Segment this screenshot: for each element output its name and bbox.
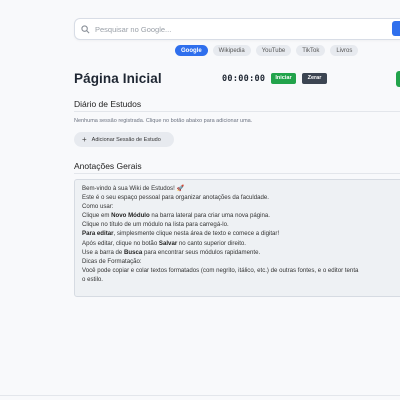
diary-title: Diário de Estudos bbox=[74, 99, 142, 109]
notes-text: Após editar, clique no botão bbox=[82, 239, 159, 247]
notes-line: Use a barra de Busca para encontrar seus… bbox=[82, 248, 400, 257]
divider bbox=[0, 395, 400, 396]
notes-line: Clique em Novo Módulo na barra lateral p… bbox=[82, 211, 400, 220]
notes-line: Dicas de Formatação: bbox=[82, 257, 400, 266]
notes-text: Dicas de Formatação: bbox=[82, 257, 142, 265]
plus-icon: + bbox=[82, 134, 87, 144]
notes-text: Você pode copiar e colar textos formatad… bbox=[82, 266, 359, 274]
notes-text: Como usar: bbox=[82, 203, 114, 211]
engine-chip-youtube[interactable]: YouTube bbox=[255, 45, 292, 56]
notes-text: Clique em bbox=[82, 212, 112, 220]
notes-line: Como usar: bbox=[82, 202, 400, 211]
search-engine-selector: Google Wikipedia YouTube TikTok Livros bbox=[175, 45, 359, 56]
notes-line: Você pode copiar e colar textos formatad… bbox=[82, 266, 400, 275]
engine-chip-tiktok[interactable]: TikTok bbox=[296, 45, 326, 56]
engine-chip-wikipedia[interactable]: Wikipedia bbox=[212, 45, 251, 56]
page-title: Página Inicial bbox=[74, 71, 162, 86]
notes-line: Após editar, clique no botão Salvar no c… bbox=[82, 239, 400, 248]
timer-display: 00:00:00 bbox=[222, 74, 266, 84]
notes-text: na barra lateral para criar uma nova pág… bbox=[149, 212, 270, 220]
engine-chip-google[interactable]: Google bbox=[175, 45, 208, 56]
notes-text: Este é o seu espaço pessoal para organiz… bbox=[82, 194, 270, 202]
timer-start-button[interactable]: Iniciar bbox=[271, 73, 296, 84]
diary-empty-message: Nenhuma sessão registrada. Clique no bot… bbox=[74, 118, 253, 124]
notes-text: Use a barra de bbox=[82, 248, 125, 256]
search-bar[interactable] bbox=[74, 18, 400, 40]
notes-text: Clique no título de um módulo na lista p… bbox=[82, 221, 229, 229]
notes-bold-text: Busca bbox=[124, 248, 143, 256]
notes-line: Bem-vindo à sua Wiki de Estudos! 🚀 bbox=[82, 184, 400, 193]
search-input[interactable] bbox=[95, 24, 400, 34]
notes-text: , simplesmente clique nesta área de text… bbox=[113, 230, 280, 238]
notes-line: Para editar, simplesmente clique nesta á… bbox=[82, 229, 400, 238]
notes-bold-text: Novo Módulo bbox=[111, 212, 150, 220]
notes-line: Este é o seu espaço pessoal para organiz… bbox=[82, 193, 400, 202]
divider bbox=[74, 111, 400, 112]
add-session-button[interactable]: + Adicionar Sessão de Estudo bbox=[74, 132, 174, 147]
notes-line: o estilo. bbox=[82, 275, 400, 284]
notes-editor[interactable]: Bem-vindo à sua Wiki de Estudos! 🚀 Este é… bbox=[74, 179, 400, 297]
notes-text: no canto superior direito. bbox=[177, 239, 246, 247]
engine-chip-livros[interactable]: Livros bbox=[330, 45, 359, 56]
notes-text: o estilo. bbox=[82, 275, 104, 283]
timer-reset-button[interactable]: Zerar bbox=[302, 73, 327, 84]
notes-text: Bem-vindo à sua Wiki de Estudos! 🚀 bbox=[82, 185, 185, 192]
search-button[interactable] bbox=[392, 21, 400, 36]
notes-line: Clique no título de um módulo na lista p… bbox=[82, 220, 400, 229]
notes-bold-text: Salvar bbox=[158, 239, 178, 247]
divider bbox=[74, 173, 400, 174]
search-icon bbox=[81, 24, 91, 34]
notes-text: para encontrar seus módulos rapidamente. bbox=[142, 248, 261, 256]
add-session-label: Adicionar Sessão de Estudo bbox=[91, 136, 161, 143]
save-button[interactable] bbox=[396, 71, 400, 87]
notes-title: Anotações Gerais bbox=[74, 161, 142, 171]
notes-bold-text: Para editar bbox=[82, 230, 114, 238]
